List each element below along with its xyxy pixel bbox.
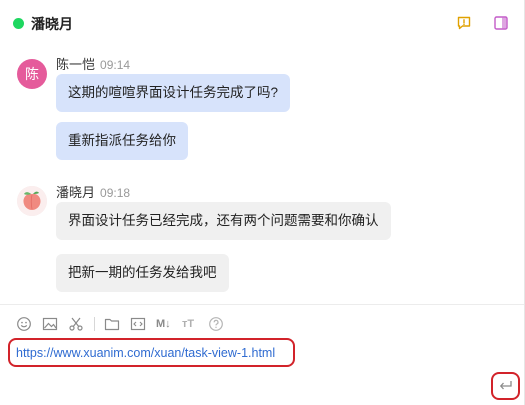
chat-header: 潘晓月 — [0, 0, 524, 48]
peach-icon — [17, 186, 47, 216]
sender-name[interactable]: 陈一恺 — [56, 57, 95, 72]
link-text[interactable]: https://www.xuanim.com/xuan/task-view-1.… — [16, 346, 275, 360]
message-bubble[interactable]: 界面设计任务已经完成，还有两个问题需要和你确认 — [56, 202, 391, 240]
message-bubble[interactable]: 把新一期的任务发给我吧 — [56, 254, 229, 292]
folder-icon[interactable] — [104, 316, 120, 332]
sender-name[interactable]: 潘晓月 — [56, 185, 95, 200]
message-bubble[interactable]: 这期的喧喧界面设计任务完成了吗? — [56, 74, 291, 112]
message-meta: 潘晓月 09:18 — [56, 184, 130, 202]
message-meta: 陈一恺 09:14 — [56, 56, 130, 74]
font-size-icon[interactable]: ᴛT — [182, 316, 200, 332]
chat-window: 潘晓月 陈 陈一恺 09:14 这期的喧喧界面设计任务完成了吗? 重新指派任务给你 — [0, 0, 525, 405]
message-bubble[interactable]: 重新指派任务给你 — [56, 122, 188, 160]
message-input[interactable]: https://www.xuanim.com/xuan/task-view-1.… — [8, 338, 295, 367]
toolbar-separator — [94, 317, 95, 331]
enter-icon — [499, 381, 512, 390]
emoji-icon[interactable] — [16, 316, 32, 332]
todo-icon[interactable] — [456, 15, 472, 31]
sidebar-toggle-icon[interactable] — [493, 15, 509, 31]
image-icon[interactable] — [42, 316, 58, 332]
code-icon[interactable] — [130, 316, 146, 332]
markdown-icon[interactable]: M↓ — [156, 316, 174, 332]
online-status-dot — [13, 18, 24, 29]
avatar[interactable]: 陈 — [17, 59, 47, 89]
chat-title: 潘晓月 — [31, 16, 73, 32]
message-time: 09:14 — [100, 58, 131, 72]
help-icon[interactable] — [208, 316, 224, 332]
scissors-icon[interactable] — [68, 316, 84, 332]
peach-avatar[interactable] — [17, 186, 47, 216]
message-time: 09:18 — [100, 186, 131, 200]
send-button[interactable] — [491, 372, 520, 400]
input-divider — [0, 304, 524, 305]
